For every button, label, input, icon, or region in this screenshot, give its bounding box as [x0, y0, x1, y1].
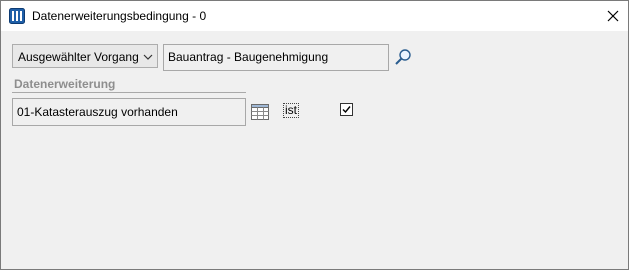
dialog-window: Datenerweiterungsbedingung - 0 Ausgewähl… — [0, 0, 629, 270]
operator-label: ist — [283, 103, 299, 118]
search-icon[interactable] — [394, 48, 412, 66]
group-label-datenerweiterung: Datenerweiterung — [14, 77, 116, 91]
close-icon — [607, 10, 619, 22]
scope-select[interactable]: Ausgewählter Vorgang — [12, 44, 158, 68]
chevron-down-icon — [143, 54, 153, 60]
checkmark-icon — [342, 106, 351, 114]
dialog-content: Ausgewählter Vorgang Bauantrag - Baugene… — [1, 31, 628, 269]
title-bar: Datenerweiterungsbedingung - 0 — [1, 1, 628, 31]
condition-checkbox[interactable] — [340, 103, 353, 116]
scope-select-value: Ausgewählter Vorgang — [18, 50, 139, 64]
app-icon — [9, 8, 25, 24]
datenerweiterung-field[interactable]: 01-Katasterauszug vorhanden — [12, 98, 246, 126]
close-button[interactable] — [598, 1, 628, 31]
table-icon[interactable] — [251, 104, 269, 120]
vorgang-field[interactable]: Bauantrag - Baugenehmigung — [163, 44, 389, 71]
group-divider — [12, 92, 246, 93]
window-title: Datenerweiterungsbedingung - 0 — [32, 9, 207, 23]
